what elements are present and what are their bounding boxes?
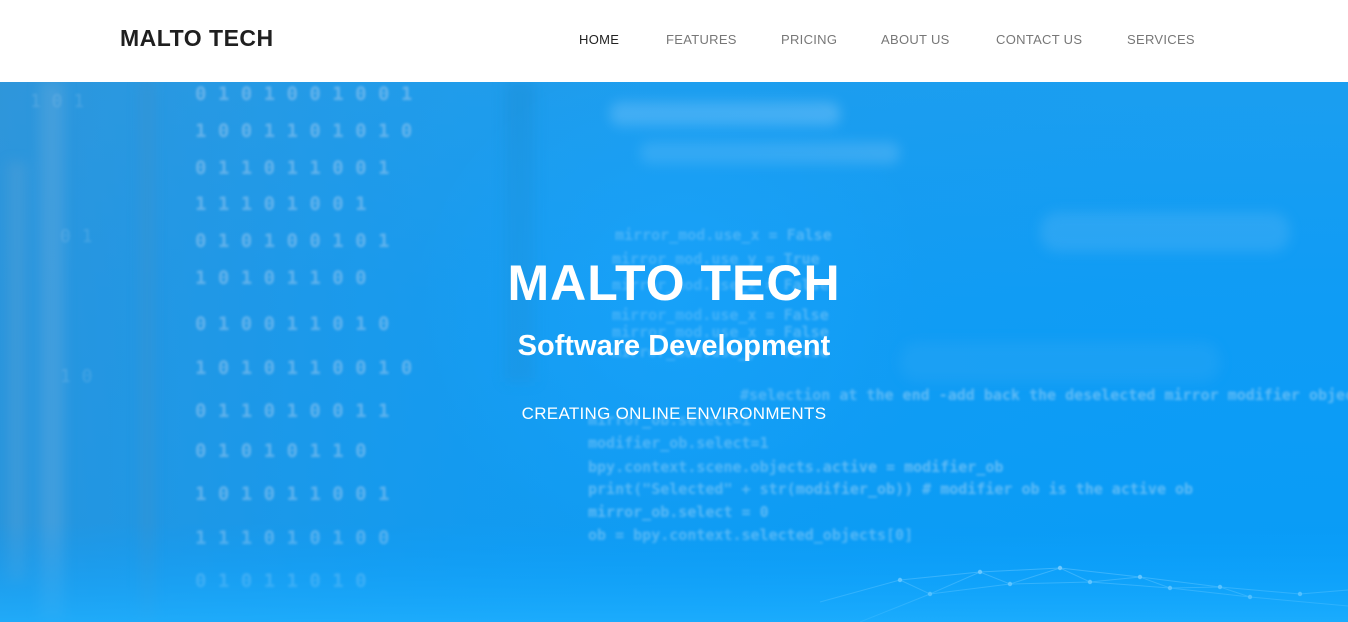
nav-link-services[interactable]: SERVICES <box>1127 32 1195 47</box>
nav-link-about-us[interactable]: ABOUT US <box>881 32 950 47</box>
nav-link-home[interactable]: HOME <box>579 32 619 47</box>
hero-section: 0 1 0 1 0 0 1 0 0 1 1 0 0 1 1 0 1 0 1 0 … <box>0 82 1348 622</box>
nav-link-contact-us[interactable]: CONTACT US <box>996 32 1082 47</box>
navbar: MALTO TECH HOME FEATURES PRICING ABOUT U… <box>0 0 1348 82</box>
hero-title: MALTO TECH <box>507 255 841 311</box>
hero-content: MALTO TECH Software Development CREATING… <box>0 82 1348 622</box>
hero-subtitle: Software Development <box>517 330 831 362</box>
nav-menu: HOME FEATURES PRICING ABOUT US CONTACT U… <box>0 32 1348 52</box>
hero-tagline: CREATING ONLINE ENVIRONMENTS <box>521 404 827 423</box>
nav-link-features[interactable]: FEATURES <box>666 32 737 47</box>
nav-link-pricing[interactable]: PRICING <box>781 32 837 47</box>
